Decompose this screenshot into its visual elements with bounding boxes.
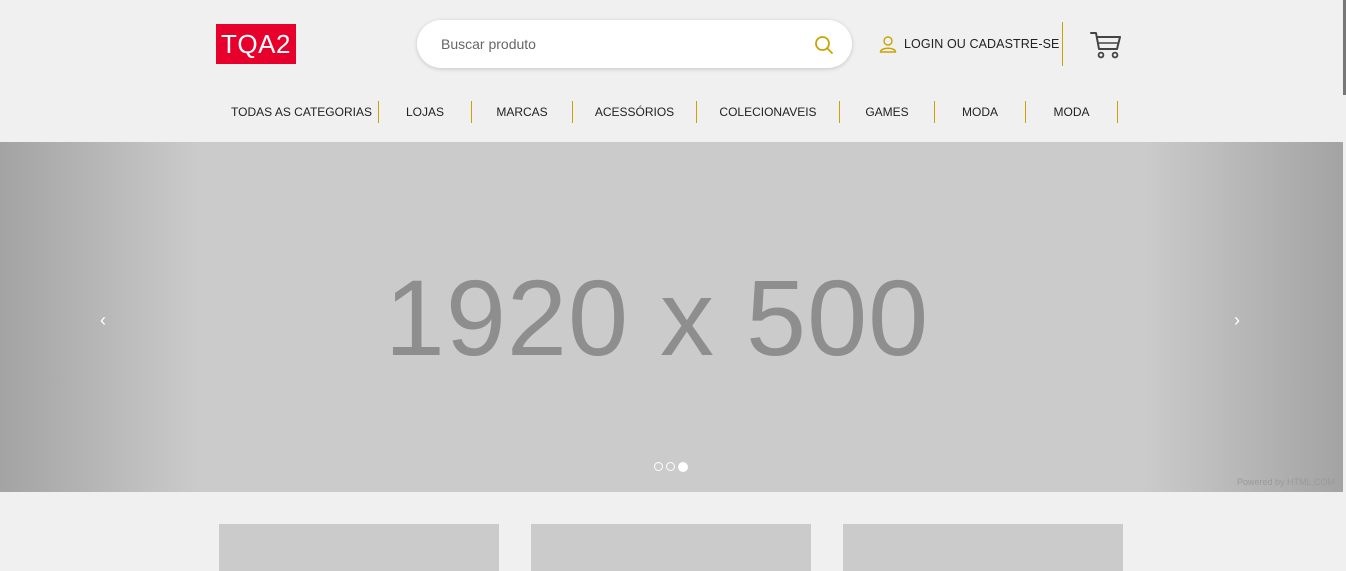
login-label: LOGIN OU CADASTRE-SE <box>904 37 1060 51</box>
nav-item-marcas[interactable]: MARCAS <box>472 101 572 123</box>
product-card[interactable] <box>843 524 1123 571</box>
user-icon <box>879 35 897 53</box>
banner-placeholder-text: 1920 x 500 <box>384 257 930 378</box>
search-bar <box>417 20 852 68</box>
nav-item-lojas[interactable]: LOJAS <box>379 101 471 123</box>
carousel-prev-button[interactable]: ‹ <box>100 310 106 330</box>
category-nav: TODAS AS CATEGORIAS LOJAS MARCAS ACESSÓR… <box>0 101 1346 123</box>
product-card[interactable] <box>219 524 499 571</box>
cart-icon[interactable] <box>1090 30 1122 60</box>
hero-carousel[interactable]: 1920 x 500 ‹ › Powered by HTML.COM <box>0 142 1343 492</box>
carousel-dot-3[interactable] <box>678 461 688 472</box>
carousel-next-button[interactable]: › <box>1234 310 1240 330</box>
nav-item-moda-2[interactable]: MODA <box>1026 101 1117 123</box>
product-card[interactable] <box>531 524 811 571</box>
login-link[interactable]: LOGIN OU CADASTRE-SE <box>879 34 1060 54</box>
nav-item-todas-as-categorias[interactable]: TODAS AS CATEGORIAS <box>226 101 377 123</box>
header-divider <box>1062 22 1063 66</box>
nav-item-moda[interactable]: MODA <box>935 101 1025 123</box>
nav-item-games[interactable]: GAMES <box>840 101 934 123</box>
nav-divider <box>1117 101 1118 123</box>
logo[interactable]: TQA2 <box>216 24 296 64</box>
nav-item-colecionaveis[interactable]: COLECIONAVEIS <box>697 101 839 123</box>
carousel-dot-2[interactable] <box>666 462 675 471</box>
powered-by-text[interactable]: Powered by HTML.COM <box>1237 477 1335 487</box>
carousel-dot-1[interactable] <box>654 462 663 471</box>
search-icon[interactable] <box>814 35 834 55</box>
search-input[interactable] <box>441 20 801 68</box>
nav-item-acessorios[interactable]: ACESSÓRIOS <box>573 101 696 123</box>
carousel-dots <box>654 461 688 472</box>
